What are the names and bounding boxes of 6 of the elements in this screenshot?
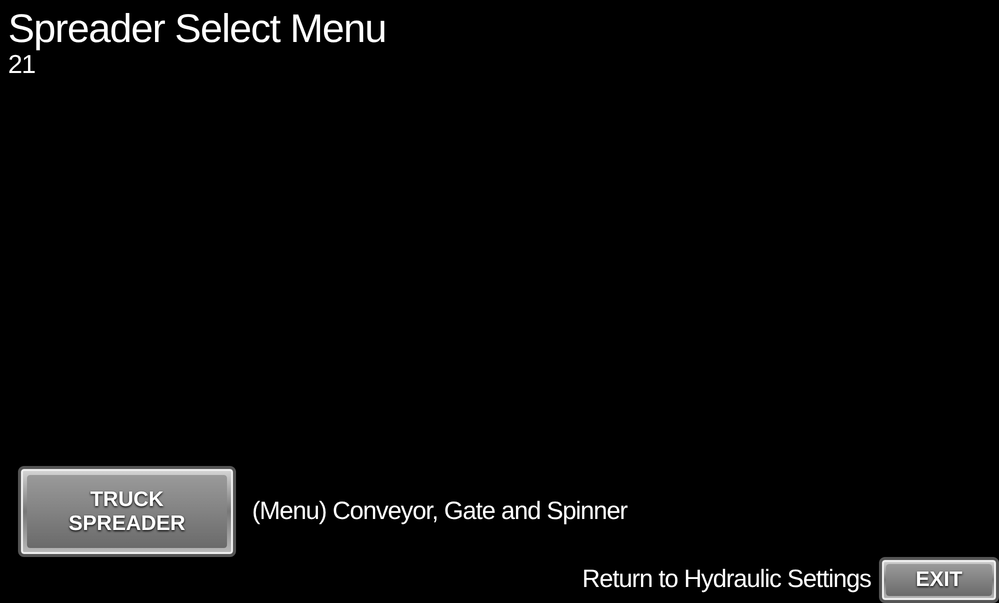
exit-button[interactable]: EXIT	[879, 557, 999, 603]
screen-title: Spreader Select Menu	[8, 8, 388, 50]
menu-button[interactable]: TRUCK SPREADER	[18, 466, 236, 557]
menu-description: (Menu) Conveyor, Gate and Spinner	[252, 496, 628, 527]
screen-number: 21	[8, 50, 35, 79]
exit-description: Return to Hydraulic Settings	[582, 564, 871, 596]
